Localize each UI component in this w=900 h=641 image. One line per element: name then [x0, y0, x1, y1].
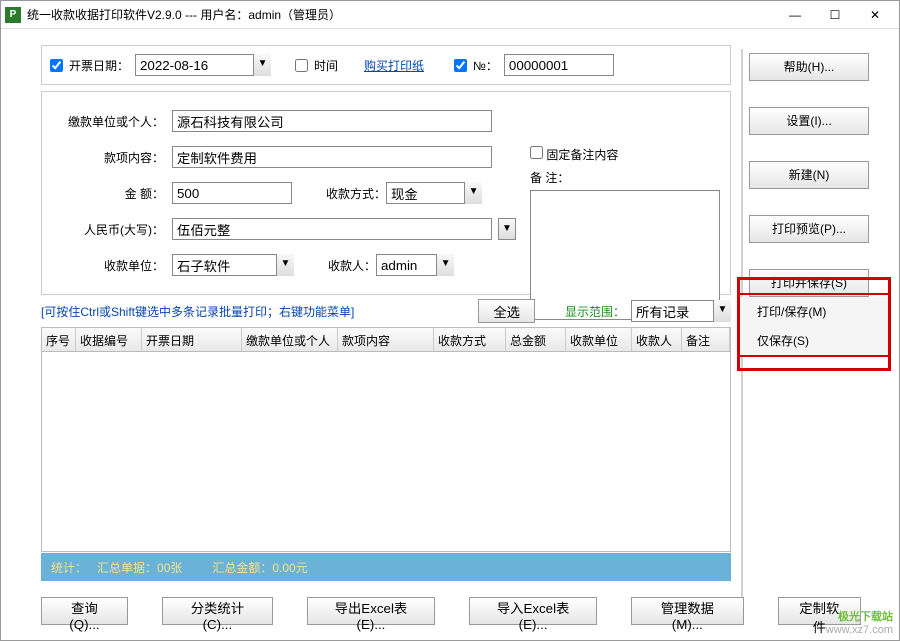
export-excel-button[interactable]: 导出Excel表(E)... [307, 597, 435, 625]
print-save-split: 打印并保存(S) 打印/保存(M) 仅保存(S) [749, 269, 879, 323]
sidebar: 帮助(H)... 设置(I)... 新建(N) 打印预览(P)... 打印并保存… [749, 53, 879, 323]
paytype-dropdown-icon[interactable]: ▼ [464, 182, 482, 204]
menu-save-only[interactable]: 仅保存(S) [739, 326, 889, 355]
stat-label: 统计： [51, 559, 87, 576]
col-payer[interactable]: 缴款单位或个人 [242, 328, 338, 351]
paytype-label: 收款方式： [326, 185, 386, 202]
records-table[interactable]: 序号 收据编号 开票日期 缴款单位或个人 款项内容 收款方式 总金额 收款单位 … [41, 327, 731, 552]
help-button[interactable]: 帮助(H)... [749, 53, 869, 81]
settings-button[interactable]: 设置(I)... [749, 107, 869, 135]
form-area: 开票日期： ▼ 时间 购买打印纸 №： 缴款单位或个人： [41, 45, 731, 295]
amount-input[interactable] [172, 182, 292, 204]
invoice-date-checkbox[interactable] [50, 59, 63, 72]
top-row: 开票日期： ▼ 时间 购买打印纸 №： [41, 45, 731, 85]
client-area: 帮助(H)... 设置(I)... 新建(N) 打印预览(P)... 打印并保存… [1, 29, 899, 640]
manage-data-button[interactable]: 管理数据(M)... [631, 597, 743, 625]
range-dropdown-icon[interactable]: ▼ [713, 300, 731, 322]
buy-paper-link[interactable]: 购买打印纸 [364, 57, 424, 74]
select-all-button[interactable]: 全选 [478, 299, 535, 323]
new-button[interactable]: 新建(N) [749, 161, 869, 189]
payer-label: 缴款单位或个人： [54, 113, 164, 130]
invoice-date-input[interactable] [135, 54, 271, 76]
status-bar: 统计： 汇总单据：00张 汇总金额：0.00元 [41, 553, 731, 581]
unit-dropdown-icon[interactable]: ▼ [276, 254, 294, 276]
fix-remark-label: 固定备注内容 [546, 148, 618, 162]
date-dropdown-icon[interactable]: ▼ [253, 54, 271, 76]
app-window: P 统一收款收据打印软件V2.9.0 --- 用户名：admin（管理员） — … [0, 0, 900, 641]
maximize-button[interactable]: ☐ [815, 2, 855, 28]
skr-dropdown-icon[interactable]: ▼ [436, 254, 454, 276]
stat-amount: 汇总金额：0.00元 [212, 559, 307, 576]
invoice-date-label: 开票日期： [69, 57, 129, 74]
stat-count: 汇总单据：00张 [97, 559, 182, 576]
no-checkbox[interactable] [454, 59, 467, 72]
col-unit[interactable]: 收款单位 [566, 328, 632, 351]
range-label: 显示范围： [565, 303, 625, 320]
rmb-dropdown-icon[interactable]: ▼ [498, 218, 516, 240]
unit-label: 收款单位： [54, 257, 164, 274]
hint-text: [可按住Ctrl或Shift键选中多条记录批量打印；右键功能菜单] [41, 303, 478, 320]
stat-button[interactable]: 分类统计(C)... [162, 597, 273, 625]
import-excel-button[interactable]: 导入Excel表(E)... [469, 597, 597, 625]
table-header: 序号 收据编号 开票日期 缴款单位或个人 款项内容 收款方式 总金额 收款单位 … [42, 328, 730, 352]
query-button[interactable]: 查询(Q)... [41, 597, 128, 625]
window-title: 统一收款收据打印软件V2.9.0 --- 用户名：admin（管理员） [27, 6, 775, 23]
col-date[interactable]: 开票日期 [142, 328, 242, 351]
content-label: 款项内容： [54, 149, 164, 166]
watermark: 极光下载站 www.xz7.com [826, 608, 893, 636]
minimize-button[interactable]: — [775, 2, 815, 28]
time-checkbox[interactable] [295, 59, 308, 72]
no-input[interactable] [504, 54, 614, 76]
form-box: 缴款单位或个人： 款项内容： 金 额： 收款方式： ▼ [41, 91, 731, 295]
col-index[interactable]: 序号 [42, 328, 76, 351]
list-controls: [可按住Ctrl或Shift键选中多条记录批量打印；右键功能菜单] 全选 显示范… [41, 299, 731, 323]
skr-label: 收款人： [328, 257, 376, 274]
col-skr[interactable]: 收款人 [632, 328, 682, 351]
watermark-url: www.xz7.com [826, 624, 893, 636]
content-input[interactable] [172, 146, 492, 168]
remark-label: 备 注： [530, 169, 762, 186]
print-preview-button[interactable]: 打印预览(P)... [749, 215, 869, 243]
amount-label: 金 额： [54, 185, 164, 202]
rmb-label: 人民币(大写)： [54, 221, 164, 238]
fix-remark-checkbox[interactable] [530, 146, 543, 159]
watermark-brand: 极光下载站 [838, 611, 893, 623]
col-content[interactable]: 款项内容 [338, 328, 434, 351]
bottom-toolbar: 查询(Q)... 分类统计(C)... 导出Excel表(E)... 导入Exc… [41, 597, 861, 625]
titlebar: P 统一收款收据打印软件V2.9.0 --- 用户名：admin（管理员） — … [1, 1, 899, 29]
no-label: №： [473, 57, 498, 74]
col-receipt-no[interactable]: 收据编号 [76, 328, 142, 351]
col-remark[interactable]: 备注 [682, 328, 730, 351]
close-button[interactable]: ✕ [855, 2, 895, 28]
app-icon: P [5, 7, 21, 23]
remark-area: 固定备注内容 备 注： [530, 146, 762, 323]
payer-input[interactable] [172, 110, 492, 132]
rmb-input[interactable] [172, 218, 492, 240]
col-paytype[interactable]: 收款方式 [434, 328, 506, 351]
col-total[interactable]: 总金额 [506, 328, 566, 351]
time-label: 时间 [314, 57, 338, 74]
